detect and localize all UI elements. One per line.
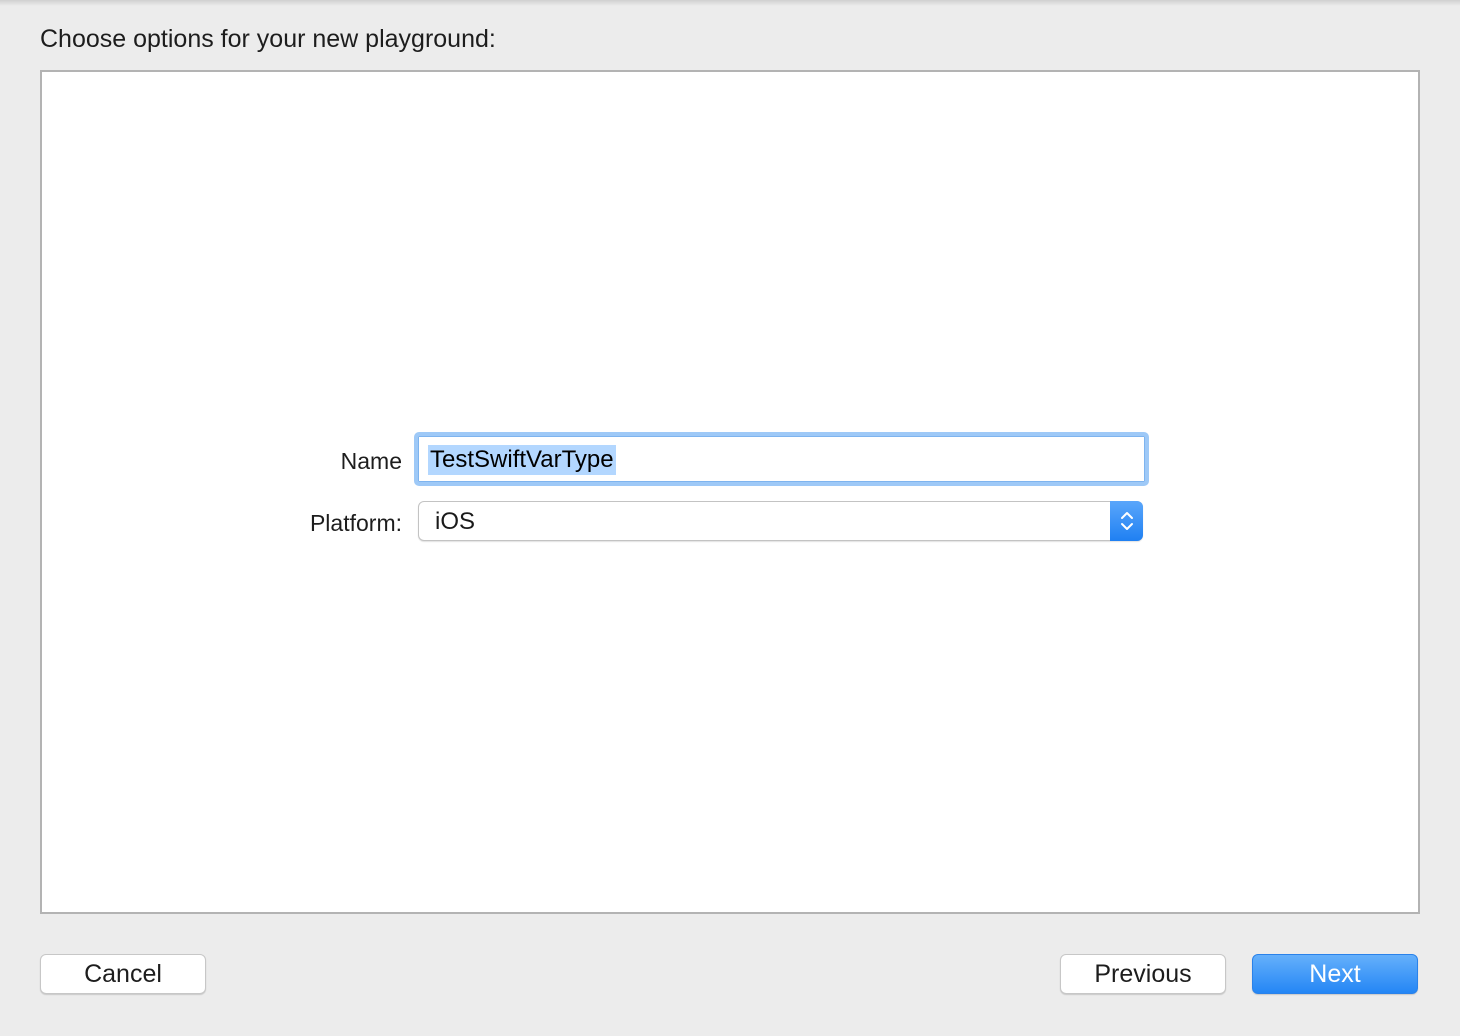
sheet-title: Choose options for your new playground: (40, 25, 496, 53)
next-button[interactable]: Next (1252, 954, 1418, 994)
name-field-selected-text[interactable]: TestSwiftVarType (428, 445, 616, 475)
name-label: Name (340, 448, 402, 474)
name-field[interactable]: TestSwiftVarType (414, 432, 1149, 486)
up-down-chevron-icon[interactable] (1110, 501, 1143, 541)
window-top-shadow (0, 0, 1460, 6)
cancel-button[interactable]: Cancel (40, 954, 206, 994)
platform-select[interactable]: iOS (418, 501, 1143, 541)
platform-label: Platform: (309, 510, 402, 536)
platform-selected-value: iOS (435, 508, 476, 535)
previous-button[interactable]: Previous (1060, 954, 1226, 994)
options-panel: Name TestSwiftVarType Platform: iOS (40, 70, 1420, 914)
